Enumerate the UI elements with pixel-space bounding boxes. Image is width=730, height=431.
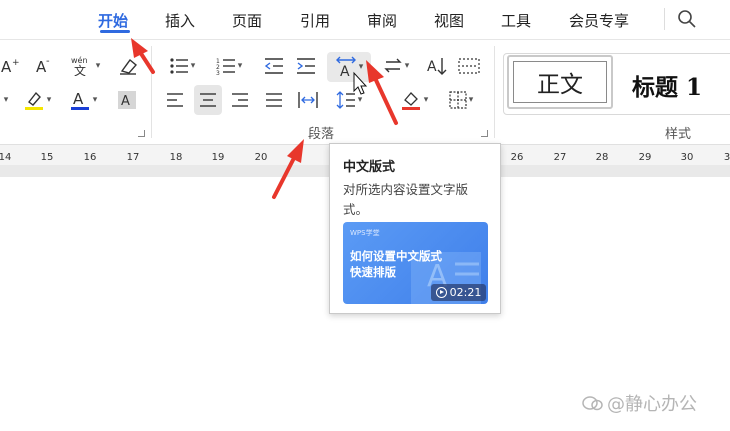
line-spacing-icon[interactable]: ▾: [330, 87, 368, 113]
tutorial-video-thumbnail[interactable]: WPS学堂 A 如何设置中文版式 快速排版 02:21: [343, 222, 488, 304]
numbered-list-icon[interactable]: 1 2 3 ▾: [210, 53, 248, 79]
sort-icon[interactable]: A: [424, 53, 450, 79]
svg-text:+: +: [12, 58, 20, 68]
font-dialog-launcher[interactable]: [138, 130, 145, 137]
align-center-icon[interactable]: [194, 85, 222, 115]
svg-text:A: A: [73, 90, 84, 108]
play-icon: [435, 287, 447, 298]
tab-references[interactable]: 引用: [300, 10, 330, 31]
ruler-number: 17: [126, 152, 140, 163]
tab-review[interactable]: 审阅: [367, 10, 397, 31]
video-title-line2: 快速排版: [350, 265, 396, 279]
styles-group-label: 样式: [665, 127, 692, 142]
increase-indent-icon[interactable]: [293, 53, 319, 79]
ribbon: A + A- wén 文 ▾ ▾ ▾ A ▾ A ▾ 1 2 3 ▾ A ▾ ▾ A: [0, 40, 730, 144]
ruler-number: 28: [595, 152, 609, 163]
svg-text:A: A: [427, 59, 437, 75]
tab-insert[interactable]: 插入: [165, 10, 195, 31]
video-source-tag: WPS学堂: [350, 229, 380, 237]
group-divider: [494, 46, 495, 138]
watermark-text: @静心办公: [607, 394, 697, 415]
ruler-number: 15: [40, 152, 54, 163]
svg-text:-: -: [46, 57, 50, 67]
menu-bar: 开始 插入 页面 引用 审阅 视图 工具 会员专享: [0, 0, 730, 40]
tooltip-title: 中文版式: [343, 160, 396, 175]
video-duration: 02:21: [449, 286, 482, 299]
watermark: @静心办公: [581, 390, 697, 416]
svg-text:3: 3: [216, 70, 220, 75]
borders-icon[interactable]: ▾: [443, 87, 479, 113]
font-size-decrease-icon[interactable]: A-: [32, 53, 56, 79]
svg-text:A: A: [1, 58, 12, 75]
align-right-icon[interactable]: [228, 87, 252, 113]
ruler-number: 14: [0, 152, 12, 163]
ruler-number: 3: [723, 152, 730, 163]
chinese-layout-icon[interactable]: A ▾: [327, 52, 371, 82]
ruler-number: 26: [510, 152, 524, 163]
style-heading1[interactable]: 标题 1: [632, 68, 702, 102]
tab-page[interactable]: 页面: [232, 10, 262, 31]
shading-icon[interactable]: ▾: [395, 87, 433, 113]
svg-text:A: A: [340, 64, 350, 78]
ruler-number: 27: [553, 152, 567, 163]
align-left-icon[interactable]: [163, 87, 187, 113]
ruler-number: 16: [83, 152, 97, 163]
bullet-list-icon[interactable]: ▾: [163, 53, 201, 79]
ruler-number: 19: [211, 152, 225, 163]
search-icon[interactable]: [676, 8, 698, 30]
tooltip-description: 对所选内容设置文字版式。: [343, 182, 469, 217]
watermark-logo-icon: [582, 396, 603, 411]
ruler-number: 29: [638, 152, 652, 163]
video-duration-badge[interactable]: 02:21: [431, 284, 486, 301]
group-divider: [151, 46, 152, 138]
tab-home[interactable]: 开始: [98, 10, 128, 31]
show-hide-marks-icon[interactable]: [456, 53, 482, 79]
character-shading-icon[interactable]: A: [115, 87, 139, 113]
paragraph-group-label: 段落: [308, 127, 335, 142]
font-caret-icon[interactable]: ▾: [0, 87, 10, 113]
tooltip: 中文版式 对所选内容设置文字版式。 WPS学堂 A 如何设置中文版式 快速排版 …: [329, 143, 501, 314]
distributed-align-icon[interactable]: [295, 87, 321, 113]
text-direction-icon[interactable]: ▾: [377, 53, 415, 79]
tab-tools[interactable]: 工具: [501, 10, 531, 31]
font-color-icon[interactable]: A ▾: [66, 87, 100, 113]
ruler-number: 20: [254, 152, 268, 163]
font-size-increase-icon[interactable]: A +: [0, 53, 22, 79]
svg-text:A: A: [121, 94, 130, 109]
svg-text:文: 文: [74, 63, 86, 76]
active-tab-indicator: [100, 30, 130, 33]
phonetic-guide-icon[interactable]: wén 文 ▾: [66, 53, 104, 79]
ruler-number: 30: [680, 152, 694, 163]
highlight-color-icon[interactable]: ▾: [20, 87, 54, 113]
clear-format-icon[interactable]: [114, 53, 142, 79]
style-normal[interactable]: 正文: [507, 55, 613, 109]
style-normal-label: 正文: [513, 61, 607, 103]
paragraph-dialog-launcher[interactable]: [481, 130, 488, 137]
ruler-number: 18: [169, 152, 183, 163]
tab-member[interactable]: 会员专享: [569, 10, 629, 31]
decrease-indent-icon[interactable]: [261, 53, 287, 79]
menu-divider: [664, 8, 665, 30]
justify-icon[interactable]: [262, 87, 286, 113]
video-title-line1: 如何设置中文版式: [350, 249, 442, 263]
tab-view[interactable]: 视图: [434, 10, 464, 31]
